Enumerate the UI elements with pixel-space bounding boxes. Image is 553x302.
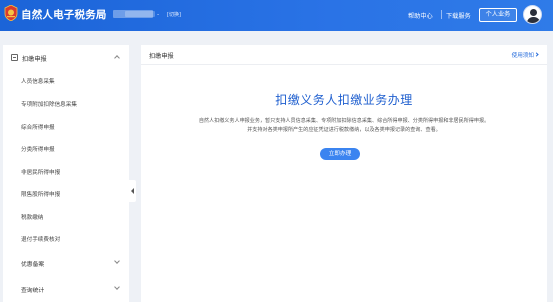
download-service-link[interactable]: 下载服务 — [446, 11, 471, 20]
taxpayer-name-redacted-part — [125, 11, 155, 17]
description-line-1: 自然人扣缴义务人申报业务，暂只支持人员信息采集、专项附加扣除信息采集、综合所得申… — [198, 118, 490, 124]
sidebar-item-comprehensive-income[interactable]: 综合所得申报 — [21, 123, 55, 131]
avatar-body-icon — [527, 17, 540, 23]
avatar-head-icon — [530, 9, 537, 16]
declaration-icon — [11, 54, 18, 61]
user-avatar[interactable] — [523, 5, 542, 24]
sidebar-item-nonresident-income[interactable]: 非居民所得申报 — [21, 168, 60, 176]
switch-taxpayer-link[interactable]: [切换] — [167, 11, 181, 18]
sidebar-group-query-statistics[interactable]: 查询统计 — [21, 285, 44, 294]
sidebar-item-personnel-info[interactable]: 人员信息采集 — [21, 77, 55, 85]
app-title: 自然人电子税务局 — [21, 9, 107, 21]
chevron-down-icon — [114, 258, 120, 264]
usage-notice-link[interactable]: 使用须知 — [512, 51, 534, 59]
chevron-down-icon — [114, 284, 120, 290]
header-separator: - — [157, 11, 160, 18]
sidebar-section-title: 扣缴申报 — [22, 56, 47, 63]
sidebar-item-fee-refund-check[interactable]: 退付手续费核对 — [21, 235, 60, 243]
chevron-right-icon — [534, 52, 539, 57]
panel-header: 扣缴申报 使用须知 — [141, 45, 547, 65]
top-header: 自然人电子税务局 - [切换] 帮助中心 下载服务 个人业务 — [0, 0, 553, 31]
nav-divider — [441, 10, 442, 19]
tax-emblem-icon — [4, 5, 18, 21]
sidebar: 扣缴申报 人员信息采集 专项附加扣除信息采集 综合所得申报 分类所得申报 非居民… — [3, 45, 129, 302]
sidebar-section-header[interactable]: 扣缴申报 — [3, 45, 129, 70]
sidebar-item-restricted-stock[interactable]: 限售股所得申报 — [21, 190, 60, 198]
sidebar-item-special-deduction[interactable]: 专项附加扣除信息采集 — [21, 100, 77, 108]
sidebar-item-classified-income[interactable]: 分类所得申报 — [21, 145, 55, 153]
help-center-link[interactable]: 帮助中心 — [408, 11, 433, 20]
description-line-2: 并支持对各类申报所产生的应征凭证进行税款缴纳，以及各类申报记录的查询、查看。 — [247, 127, 441, 133]
sidebar-group-preferential-filing[interactable]: 优惠备案 — [21, 259, 44, 268]
personal-business-button[interactable]: 个人业务 — [479, 8, 517, 22]
main-panel: 扣缴申报 使用须知 扣缴义务人扣缴业务办理 自然人扣缴义务人申报业务，暂只支持人… — [141, 45, 547, 302]
hero-title: 扣缴义务人扣缴业务办理 — [275, 93, 413, 107]
sidebar-collapse-handle[interactable] — [129, 180, 136, 202]
sidebar-item-tax-payment[interactable]: 税款缴纳 — [21, 213, 43, 221]
chevron-up-icon — [114, 55, 120, 61]
start-processing-button[interactable]: 立即办理 — [320, 148, 360, 160]
panel-title: 扣缴申报 — [149, 53, 174, 60]
